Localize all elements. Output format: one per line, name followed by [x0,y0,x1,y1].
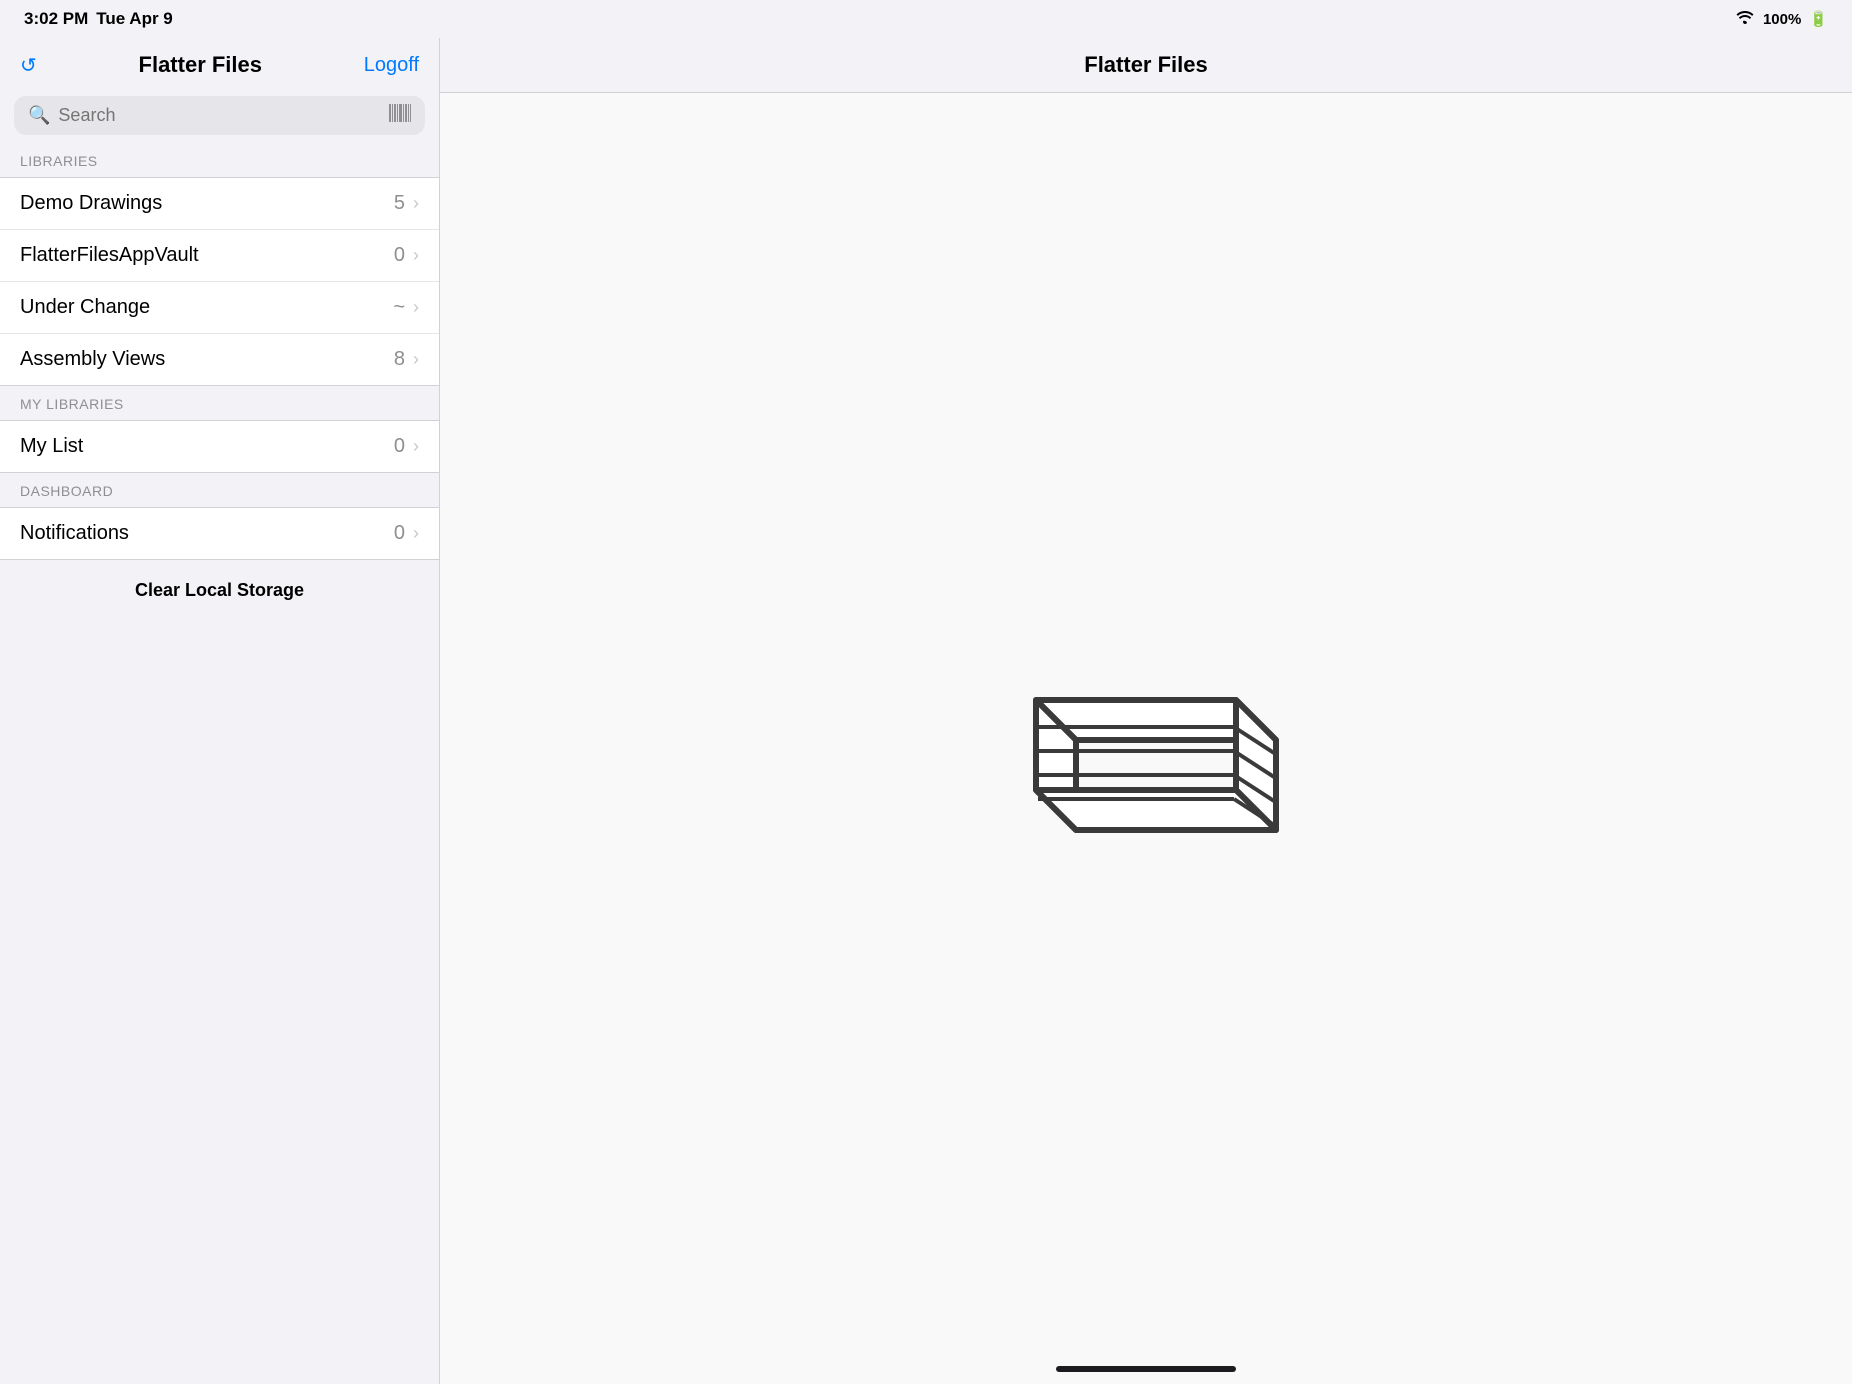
my-list-right: 0 › [394,435,419,458]
demo-drawings-label: Demo Drawings [20,192,162,215]
barcode-icon[interactable] [389,104,411,127]
under-change-label: Under Change [20,296,150,319]
list-item-notifications[interactable]: Notifications 0 › [0,508,439,559]
flatterfiles-vault-chevron: › [413,245,419,266]
flatterfiles-vault-count: 0 [394,244,405,267]
my-list-label: My List [20,435,83,458]
list-item-assembly-views[interactable]: Assembly Views 8 › [0,334,439,385]
home-indicator-bar [1056,1366,1236,1372]
main-header: Flatter Files [440,38,1852,93]
libraries-section-header: LIBRARIES [0,143,439,177]
clear-storage-label: Clear Local Storage [135,580,304,600]
under-change-chevron: › [413,297,419,318]
flatter-files-logo [976,620,1316,840]
dashboard-section-header: DASHBOARD [0,473,439,507]
clear-storage-button[interactable]: Clear Local Storage [0,560,439,621]
assembly-views-count: 8 [394,348,405,371]
status-bar-right: 100% 🔋 [1735,10,1828,28]
sidebar-header: ↺ Flatter Files Logoff [0,38,439,88]
notifications-count: 0 [394,522,405,545]
assembly-views-chevron: › [413,349,419,370]
my-libraries-list: My List 0 › [0,420,439,473]
list-item-demo-drawings[interactable]: Demo Drawings 5 › [0,178,439,230]
home-indicator [440,1366,1852,1384]
demo-drawings-right: 5 › [394,192,419,215]
logo-area [440,93,1852,1366]
status-bar: 3:02 PM Tue Apr 9 100% 🔋 [0,0,1852,38]
main-content: Flatter Files [440,38,1852,1384]
search-container: 🔍 [0,88,439,143]
libraries-list: Demo Drawings 5 › FlatterFilesAppVault 0… [0,177,439,386]
demo-drawings-chevron: › [413,193,419,214]
dashboard-list: Notifications 0 › [0,507,439,560]
assembly-views-right: 8 › [394,348,419,371]
refresh-icon[interactable]: ↺ [20,53,37,78]
logoff-button[interactable]: Logoff [364,54,419,77]
under-change-right: ~ › [393,296,419,319]
flatterfiles-vault-right: 0 › [394,244,419,267]
libraries-header-text: LIBRARIES [20,153,98,169]
demo-drawings-count: 5 [394,192,405,215]
under-change-count: ~ [393,296,405,319]
notifications-label: Notifications [20,522,129,545]
main-title: Flatter Files [1084,52,1207,78]
my-libraries-section-header: MY LIBRARIES [0,386,439,420]
notifications-right: 0 › [394,522,419,545]
my-libraries-header-text: MY LIBRARIES [20,396,124,412]
my-list-count: 0 [394,435,405,458]
date-display: Tue Apr 9 [96,9,173,29]
assembly-views-label: Assembly Views [20,348,165,371]
search-input[interactable] [58,105,381,126]
list-item-my-list[interactable]: My List 0 › [0,421,439,472]
status-bar-left: 3:02 PM Tue Apr 9 [24,9,173,29]
flatterfiles-vault-label: FlatterFilesAppVault [20,244,199,267]
app-container: ↺ Flatter Files Logoff 🔍 [0,38,1852,1384]
battery-display: 100% [1763,11,1801,28]
sidebar: ↺ Flatter Files Logoff 🔍 [0,38,440,1384]
wifi-icon [1735,10,1755,28]
dashboard-header-text: DASHBOARD [20,483,113,499]
search-icon: 🔍 [28,105,50,126]
list-item-flatterfiles-vault[interactable]: FlatterFilesAppVault 0 › [0,230,439,282]
list-item-under-change[interactable]: Under Change ~ › [0,282,439,334]
my-list-chevron: › [413,436,419,457]
sidebar-title: Flatter Files [139,52,262,78]
search-bar[interactable]: 🔍 [14,96,425,135]
battery-icon: 🔋 [1809,10,1828,28]
time-display: 3:02 PM [24,9,88,29]
notifications-chevron: › [413,523,419,544]
